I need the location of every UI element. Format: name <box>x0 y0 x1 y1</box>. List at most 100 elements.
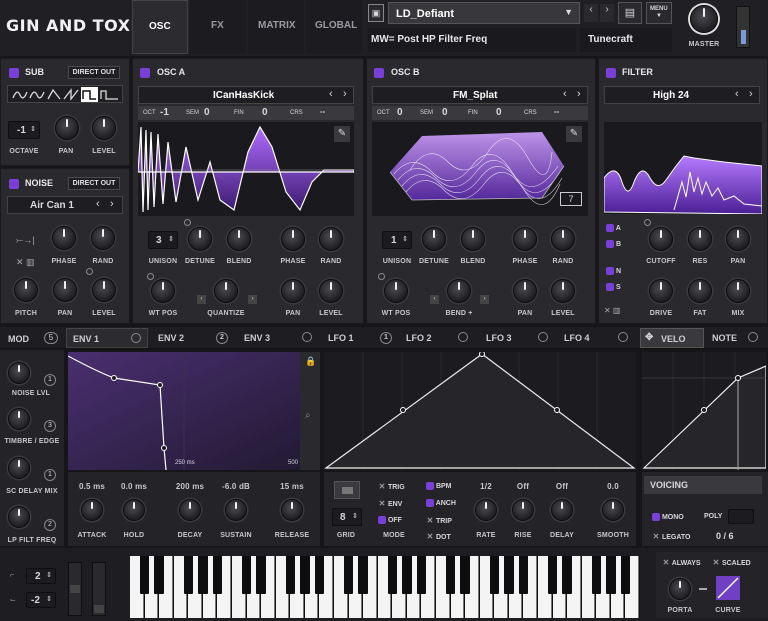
filter-route-s[interactable]: S <box>606 283 621 291</box>
preset-selector[interactable]: LD_Defiant ▼ <box>388 2 580 24</box>
sub-octave-stepper[interactable]: -1 ⇕ <box>8 121 40 139</box>
black-key[interactable] <box>591 556 601 594</box>
filter-next-icon[interactable]: › <box>749 88 753 100</box>
noise-keytrack-icon[interactable]: ✕ ▥ <box>16 257 35 268</box>
save-icon[interactable]: ▣ <box>368 4 384 22</box>
noise-power-icon[interactable] <box>9 178 19 189</box>
filter-mix-knob[interactable] <box>726 279 750 303</box>
osc-b-fin-value[interactable]: 0 <box>496 107 502 118</box>
black-key[interactable] <box>547 556 558 594</box>
filter-response-display[interactable] <box>603 122 763 215</box>
lfo-mode-off[interactable]: OFF <box>378 516 402 524</box>
filter-route-a[interactable]: A <box>606 224 621 232</box>
osc-b-frame-box[interactable]: 7 <box>560 192 582 206</box>
osc-b-power-icon[interactable] <box>374 67 384 78</box>
black-key[interactable] <box>285 556 295 594</box>
osc-a-next-icon[interactable]: › <box>343 88 347 100</box>
osc-b-unison-stepper[interactable]: 1 ⇕ <box>382 231 412 249</box>
black-key[interactable] <box>460 556 470 594</box>
curve-display[interactable] <box>716 576 740 600</box>
delay-knob[interactable] <box>551 499 573 521</box>
triangle-wave-icon[interactable] <box>47 88 61 100</box>
lfo-display[interactable] <box>324 351 636 470</box>
pitch-up-stepper[interactable]: 2 ⇕ <box>26 568 56 584</box>
osc-b-prev-icon[interactable]: ‹ <box>563 88 567 100</box>
lfo-mode-env[interactable]: ✕ ENV <box>378 499 403 508</box>
release-knob[interactable] <box>281 499 303 521</box>
osc-a-pan-knob[interactable] <box>281 279 305 303</box>
filter-route-b[interactable]: B <box>606 240 621 248</box>
black-key[interactable] <box>606 556 616 594</box>
filter-cutoff-knob[interactable] <box>649 227 673 251</box>
osc-b-bend-knob[interactable] <box>447 279 471 303</box>
lfo-mode-trig[interactable]: ✕ TRIG <box>378 482 405 491</box>
filter-res-knob[interactable] <box>688 227 712 251</box>
mod-wheel[interactable] <box>92 562 106 616</box>
filter-drive-knob[interactable] <box>649 279 673 303</box>
filter-route-n[interactable]: N <box>606 267 621 275</box>
osc-b-pan-knob[interactable] <box>513 279 537 303</box>
smooth-knob[interactable] <box>602 499 624 521</box>
tab-global[interactable]: GLOBAL <box>306 0 362 54</box>
tab-env3[interactable]: ENV 3 <box>238 328 320 348</box>
sub-level-knob[interactable] <box>92 116 116 140</box>
osc-b-edit-icon[interactable]: ✎ <box>566 126 582 142</box>
osc-a-detune-knob[interactable] <box>188 227 212 251</box>
quantize-right-icon[interactable]: › <box>248 295 257 304</box>
always-toggle[interactable]: ✕ ALWAYS <box>662 558 701 567</box>
legato-toggle[interactable]: ✕ LEGATO <box>652 532 691 541</box>
osc-a-unison-stepper[interactable]: 3 ⇕ <box>148 231 178 249</box>
osc-a-wavetable-selector[interactable]: ICanHasKick ‹ › <box>138 86 354 104</box>
attack-knob[interactable] <box>81 499 103 521</box>
osc-a-rand-knob[interactable] <box>319 227 343 251</box>
noise-retrigger-icon[interactable]: ⤚→| <box>16 235 35 246</box>
pulse-wave-icon[interactable] <box>100 90 118 100</box>
hold-knob[interactable] <box>123 499 145 521</box>
black-key[interactable] <box>489 556 499 594</box>
black-key[interactable] <box>402 556 412 594</box>
prev-preset-icon[interactable]: ‹ <box>584 4 598 22</box>
tab-matrix[interactable]: MATRIX <box>248 0 304 54</box>
osc-b-phase-knob[interactable] <box>513 227 537 251</box>
osc-b-rand-knob[interactable] <box>551 227 575 251</box>
master-knob[interactable] <box>690 5 718 33</box>
tab-lfo4[interactable]: LFO 4 <box>560 328 636 348</box>
tab-env1[interactable]: ENV 1 <box>66 328 148 348</box>
tab-env2[interactable]: ENV 22 <box>152 328 232 348</box>
osc-b-waveform-display[interactable]: ✎ 7 <box>372 122 588 216</box>
black-key[interactable] <box>518 556 529 594</box>
osc-b-next-icon[interactable]: › <box>577 88 581 100</box>
osc-a-fin-value[interactable]: 0 <box>262 107 268 118</box>
noise-preset-selector[interactable]: Air Can 1 ‹ › <box>7 196 123 214</box>
black-key[interactable] <box>416 556 427 594</box>
black-key[interactable] <box>241 556 252 594</box>
tab-osc[interactable]: OSC <box>132 0 188 54</box>
scaled-toggle[interactable]: ✕ SCALED <box>712 558 751 567</box>
osc-a-oct-value[interactable]: -1 <box>160 107 169 118</box>
decay-knob[interactable] <box>179 499 201 521</box>
filter-keytrack-icon[interactable]: ✕ ▥ <box>604 306 620 315</box>
black-key[interactable] <box>183 556 193 594</box>
tab-lfo1[interactable]: LFO 11 <box>322 328 398 348</box>
osc-a-blend-knob[interactable] <box>227 227 251 251</box>
tab-velo[interactable]: ✥ VELO <box>640 328 704 348</box>
noise-direct-out-button[interactable]: DIRECT OUT <box>68 177 120 190</box>
osc-b-sem-value[interactable]: 0 <box>442 107 448 118</box>
lfo-opt-bpm[interactable]: BPM <box>426 482 452 490</box>
black-key[interactable] <box>445 556 456 594</box>
filter-fat-knob[interactable] <box>688 279 712 303</box>
osc-a-level-knob[interactable] <box>319 279 343 303</box>
poly-input[interactable] <box>728 509 754 524</box>
tab-note[interactable]: NOTE <box>708 328 768 348</box>
filter-power-icon[interactable] <box>606 67 616 78</box>
velocity-display[interactable] <box>642 352 767 470</box>
black-key[interactable] <box>358 556 368 594</box>
quantize-left-icon[interactable]: ‹ <box>197 295 206 304</box>
sustain-knob[interactable] <box>225 499 247 521</box>
osc-a-phase-knob[interactable] <box>281 227 305 251</box>
grid-shape-button[interactable] <box>334 481 360 499</box>
mod-slot-4-knob[interactable] <box>8 506 30 528</box>
osc-b-blend-knob[interactable] <box>461 227 485 251</box>
osc-b-wtpos-knob[interactable] <box>384 279 408 303</box>
noise-pan-knob[interactable] <box>53 278 77 302</box>
